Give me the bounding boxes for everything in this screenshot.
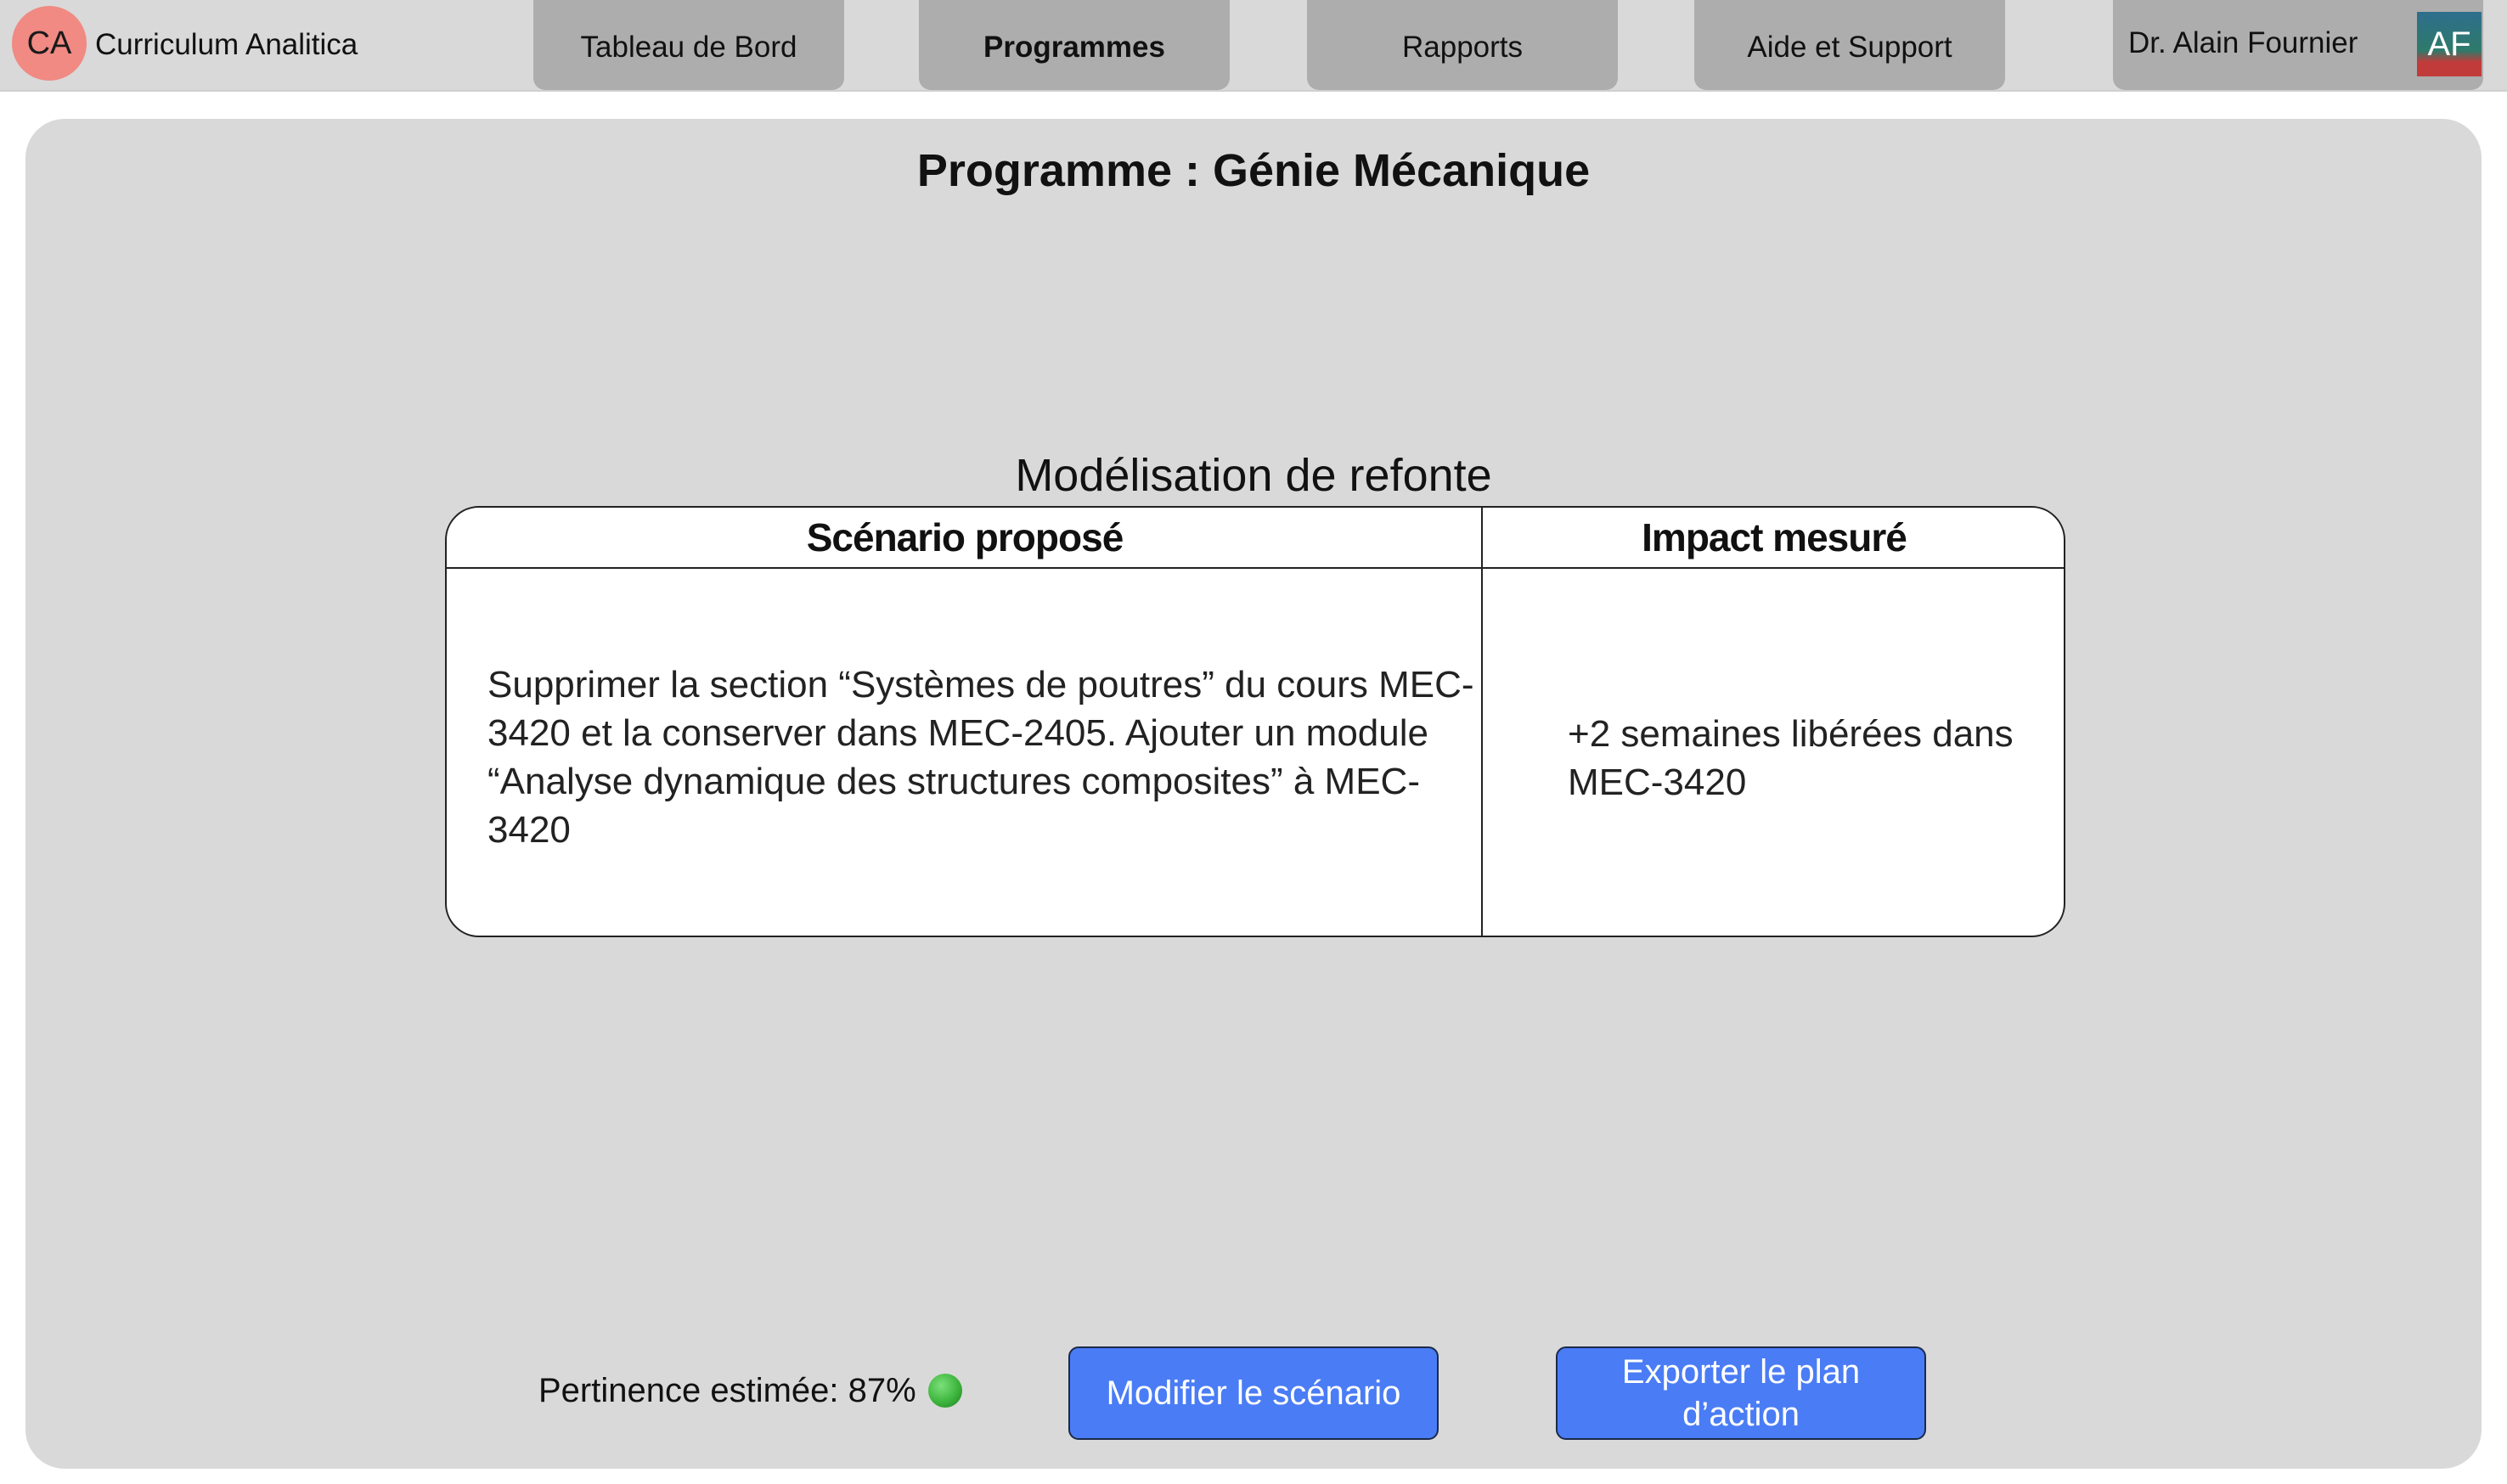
relevance-indicator: Pertinence estimée: 87% [538,1367,962,1414]
tab-aide-et-support[interactable]: Aide et Support [1694,0,2005,90]
app-logo[interactable]: CA [12,6,87,81]
tab-rapports[interactable]: Rapports [1307,0,1618,90]
user-avatar-initials: AF [2427,25,2471,63]
scenario-table: Scénario proposé Impact mesuré Supprimer… [445,506,2065,937]
modify-scenario-button[interactable]: Modifier le scénario [1068,1346,1439,1440]
tab-programmes[interactable]: Programmes [919,0,1230,90]
table-header: Scénario proposé Impact mesuré [447,508,2064,569]
tab-tableau-de-bord[interactable]: Tableau de Bord [533,0,844,90]
impact-cell: +2 semaines libérées dans MEC-3420 [1568,713,2014,803]
app-logo-initials: CA [26,25,72,61]
main-panel: Programme : Génie Mécanique Modélisation… [25,119,2482,1469]
export-action-plan-button[interactable]: Exporter le plan d’action [1556,1346,1926,1440]
app-name: Curriculum Analitica [95,28,358,61]
user-avatar[interactable]: AF [2417,12,2482,76]
relevance-text: Pertinence estimée: 87% [538,1372,916,1409]
column-header-impact: Impact mesuré [1642,515,1907,559]
scenario-cell: Supprimer la section “Systèmes de poutre… [487,664,1474,851]
top-nav-bar: CA Curriculum Analitica Tableau de Bord … [0,0,2507,92]
column-divider [1481,508,1483,936]
section-title: Modélisation de refonte [1015,450,1492,501]
green-circle-icon [927,1374,962,1408]
user-name: Dr. Alain Fournier [2128,26,2358,59]
page-title: Programme : Génie Mécanique [916,145,1591,196]
column-header-scenario: Scénario proposé [806,515,1124,559]
